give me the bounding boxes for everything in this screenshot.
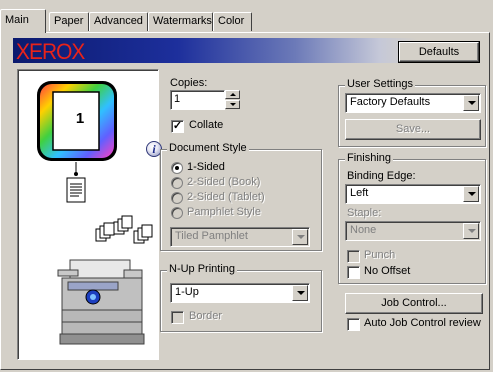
collated-copies-icon [95,215,153,244]
auto-job-control-checkbox[interactable] [347,318,360,331]
save-button[interactable]: Save... [345,119,481,140]
staple-select[interactable]: None [345,221,481,241]
collate-checkbox[interactable]: ✓ [171,120,184,133]
document-style-title: Document Style [167,142,249,154]
copies-increment-button[interactable] [225,90,240,99]
copies-label: Copies: [170,77,208,89]
tab-advanced[interactable]: Advanced [89,12,148,31]
radio-1-sided-label: 1-Sided [187,161,225,173]
nup-select[interactable]: 1-Up [170,283,310,303]
punch-label: Punch [364,249,396,261]
binding-edge-select[interactable]: Left [345,184,481,204]
radio-pamphlet-style[interactable] [171,207,183,219]
no-offset-label: No Offset [364,265,411,277]
pamphlet-type-select[interactable]: Tiled Pamphlet [170,227,310,247]
tab-main-label: Main [5,14,29,26]
tab-color-label: Color [218,15,245,27]
radio-pamphlet-style-label: Pamphlet Style [187,206,261,218]
staple-label: Staple: [347,207,382,219]
defaults-button[interactable]: Defaults [398,41,480,63]
tab-strip: Main Paper Advanced Watermarks Color [0,0,493,33]
radio-2-sided-tablet-label: 2-Sided (Tablet) [187,191,265,203]
radio-2-sided-book-label: 2-Sided (Book) [187,176,261,188]
chevron-down-icon [463,95,479,111]
chevron-down-icon [463,223,479,239]
radio-1-sided[interactable] [171,162,183,174]
radio-2-sided-book[interactable] [171,177,183,189]
document-icon [66,177,86,203]
tab-advanced-label: Advanced [94,15,143,27]
punch-checkbox[interactable] [347,250,360,263]
chevron-down-icon [292,285,308,301]
no-offset-checkbox[interactable] [347,266,360,279]
chevron-down-icon [292,229,308,245]
printer-icon [57,259,145,345]
print-preview: 1 [17,69,159,360]
preview-page-number: 1 [75,110,85,127]
xerox-logo: XEROX [16,39,85,64]
user-settings-title: User Settings [345,78,416,90]
job-control-button[interactable]: Job Control... [345,293,483,314]
nup-title: N-Up Printing [167,263,238,275]
chevron-down-icon [463,186,479,202]
collate-label: Collate [189,119,224,131]
tab-watermarks-label: Watermarks [153,15,212,27]
finishing-title: Finishing [345,152,394,164]
defaults-button-label: Defaults [418,46,460,58]
border-label: Border [189,310,223,322]
tab-main[interactable]: Main [0,9,46,33]
binding-edge-label: Binding Edge: [347,170,416,182]
auto-job-control-label: Auto Job Control review [364,317,481,329]
tab-paper-label: Paper [54,15,84,27]
radio-2-sided-tablet[interactable] [171,192,183,204]
tab-watermarks[interactable]: Watermarks [148,12,213,31]
user-settings-select[interactable]: Factory Defaults [345,93,481,113]
copies-decrement-button[interactable] [225,100,240,109]
border-checkbox[interactable] [171,311,184,324]
tab-color[interactable]: Color [213,12,252,31]
copies-input[interactable]: 1 [170,90,225,110]
tab-paper[interactable]: Paper [49,12,89,31]
